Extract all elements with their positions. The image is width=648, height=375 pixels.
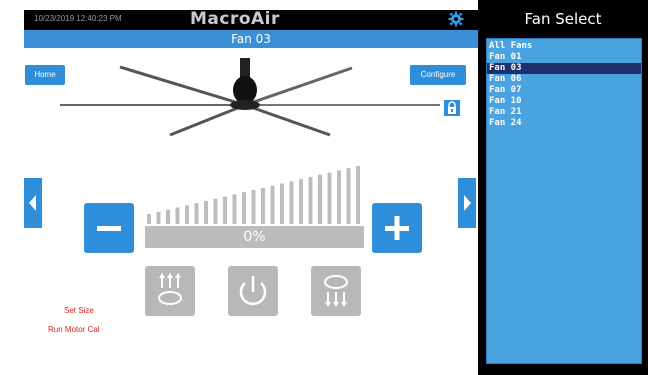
gear-icon[interactable] (448, 11, 464, 27)
speed-level-bar[interactable] (223, 196, 227, 224)
fan-select-title: Fan Select (524, 10, 602, 28)
fan-list-item[interactable]: Fan 01 (487, 52, 641, 63)
reverse-button[interactable] (311, 266, 361, 316)
fan-list-item[interactable]: Fan 03 (487, 63, 641, 74)
speed-level-bar[interactable] (327, 172, 332, 224)
speed-level-bar[interactable] (213, 198, 218, 224)
macroair-logo: MacroAir (190, 9, 280, 29)
speed-level-bar[interactable] (337, 170, 341, 224)
speed-level-bar[interactable] (346, 168, 351, 224)
speed-level-bar[interactable] (251, 190, 256, 224)
fan-image (60, 58, 440, 137)
fan-list-item[interactable]: Fan 10 (487, 96, 641, 107)
speed-level-bar[interactable] (156, 211, 161, 224)
power-icon (239, 276, 267, 306)
speed-value: 0% (145, 226, 364, 248)
speed-level-bar[interactable] (166, 209, 170, 224)
speed-level-bar[interactable] (289, 181, 294, 224)
speed-level-bar[interactable] (242, 192, 246, 224)
fan-list-item[interactable]: Fan 06 (487, 74, 641, 85)
minus-icon (97, 226, 121, 231)
datetime: 10/23/2019 12:40:23 PM (34, 14, 122, 23)
previous-fan-button[interactable] (24, 178, 42, 228)
chevron-left-icon (29, 195, 36, 211)
speed-level-bar[interactable] (356, 166, 360, 224)
forward-button[interactable] (145, 266, 195, 316)
speed-level-bar[interactable] (280, 183, 284, 224)
forward-rotation-icon (158, 273, 182, 305)
speed-level-bar[interactable] (261, 187, 265, 224)
lock-glyph (448, 101, 456, 114)
fan-list-item[interactable]: All Fans (487, 41, 641, 52)
main-panel: 10/23/2019 12:40:23 PM MacroAir Fan 03 H… (0, 0, 478, 375)
speed-level-bars[interactable] (145, 164, 365, 224)
speed-level-bar[interactable] (232, 194, 237, 224)
run-motor-cal-link[interactable]: Run Motor Cal (48, 325, 100, 334)
speed-level-bar[interactable] (308, 176, 313, 224)
top-bar: 10/23/2019 12:40:23 PM MacroAir (24, 9, 478, 30)
speed-level-bar[interactable] (299, 179, 303, 224)
fan-select-panel: Fan Select All Fans Fan 01 Fan 03 Fan 06 Fan… (478, 0, 648, 375)
speed-level-bar[interactable] (194, 203, 199, 224)
plus-icon (385, 216, 409, 240)
speed-level-bar[interactable] (318, 174, 322, 224)
increase-speed-button[interactable] (372, 203, 422, 253)
speed-level-bar[interactable] (204, 200, 208, 224)
fan-list-item[interactable]: Fan 21 (487, 107, 641, 118)
speed-level-bar[interactable] (185, 205, 189, 224)
speed-level-bar[interactable] (270, 185, 275, 224)
set-size-link[interactable]: Set Size (64, 306, 94, 315)
next-fan-button[interactable] (458, 178, 476, 228)
reverse-rotation-icon (324, 275, 348, 307)
fan-title-bar: Fan 03 (24, 30, 478, 48)
decrease-speed-button[interactable] (84, 203, 134, 253)
chevron-right-icon (464, 195, 471, 211)
lock-icon[interactable] (444, 100, 460, 116)
fan-list: All Fans Fan 01 Fan 03 Fan 06 Fan 07 Fan 10 Fa… (486, 38, 642, 364)
power-button[interactable] (228, 266, 278, 316)
fan-list-item[interactable]: Fan 24 (487, 118, 641, 129)
fan-list-item[interactable]: Fan 07 (487, 85, 641, 96)
speed-level-bar[interactable] (175, 207, 180, 224)
speed-level-bar[interactable] (147, 214, 151, 224)
